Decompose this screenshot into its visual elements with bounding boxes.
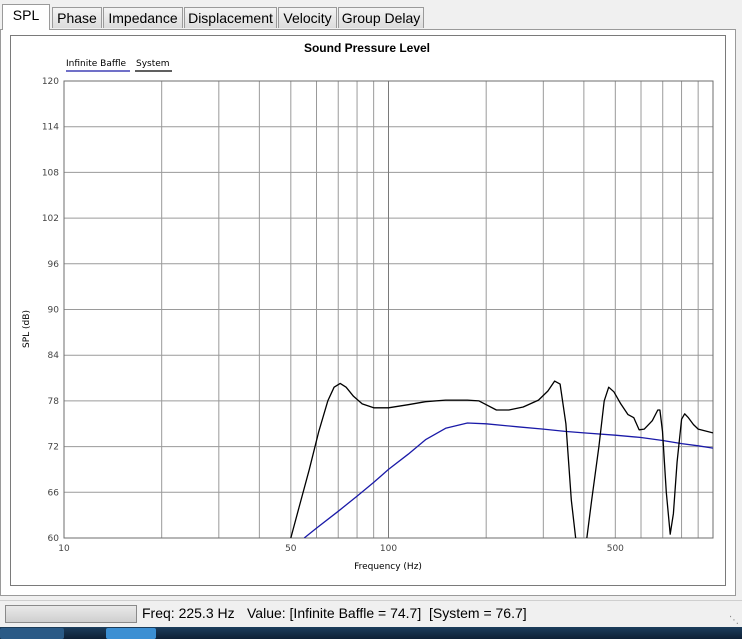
tab-impedance[interactable]: Impedance bbox=[103, 7, 183, 28]
legend-item-infinite-baffle[interactable]: Infinite Baffle bbox=[66, 59, 127, 69]
tab-spl[interactable]: SPL bbox=[2, 4, 50, 30]
value-readout: Value: [Infinite Baffle = 74.7] [System … bbox=[247, 605, 527, 621]
y-axis-label: SPL (dB) bbox=[22, 310, 32, 348]
y-tick-label: 78 bbox=[48, 397, 60, 407]
y-tick-label: 84 bbox=[48, 351, 60, 361]
series-line-system bbox=[290, 380, 713, 538]
y-tick-label: 66 bbox=[48, 488, 60, 498]
resize-grip-icon[interactable]: ⋱ bbox=[729, 615, 739, 626]
y-tick-label: 120 bbox=[42, 77, 59, 87]
y-tick-label: 72 bbox=[48, 443, 59, 453]
chart-title: Sound Pressure Level bbox=[304, 41, 430, 55]
tab-displacement[interactable]: Displacement bbox=[184, 7, 277, 28]
x-tick-label: 100 bbox=[380, 544, 397, 554]
progress-bar bbox=[5, 605, 137, 623]
tab-strip: SPL Phase Impedance Displacement Velocit… bbox=[0, 0, 742, 30]
spl-chart[interactable]: 60 66 72 78 84 90 96 102 108 114 120 10 50 100 500 Sou… bbox=[11, 36, 725, 585]
tab-velocity[interactable]: Velocity bbox=[278, 7, 337, 28]
legend[interactable]: Infinite Baffle System bbox=[66, 59, 172, 72]
y-tick-label: 96 bbox=[48, 260, 60, 270]
y-tick-label: 90 bbox=[48, 306, 60, 316]
taskbar-button[interactable] bbox=[0, 628, 64, 639]
chart-frame: 60 66 72 78 84 90 96 102 108 114 120 10 50 100 500 Sou… bbox=[10, 35, 726, 586]
y-tick-label: 60 bbox=[48, 534, 60, 544]
taskbar bbox=[0, 627, 742, 639]
y-tick-label: 114 bbox=[42, 123, 59, 133]
x-tick-label: 500 bbox=[607, 544, 624, 554]
frequency-readout: Freq: 225.3 Hz bbox=[142, 605, 235, 621]
x-tick-label: 10 bbox=[58, 544, 70, 554]
axis-ticks: 60 66 72 78 84 90 96 102 108 114 120 10 50 100 500 bbox=[42, 77, 624, 554]
y-tick-label: 108 bbox=[42, 168, 59, 178]
x-axis-label: Frequency (Hz) bbox=[354, 562, 422, 572]
tab-group-delay[interactable]: Group Delay bbox=[338, 7, 424, 28]
legend-item-system[interactable]: System bbox=[136, 59, 170, 69]
x-tick-label: 50 bbox=[285, 544, 297, 554]
status-bar: Freq: 225.3 Hz Value: [Infinite Baffle =… bbox=[0, 600, 742, 628]
taskbar-app-icon[interactable] bbox=[106, 628, 156, 639]
tab-phase[interactable]: Phase bbox=[52, 7, 102, 28]
series-line-infinite-baffle bbox=[303, 422, 713, 538]
series-lines bbox=[290, 380, 713, 538]
y-tick-label: 102 bbox=[42, 214, 59, 224]
